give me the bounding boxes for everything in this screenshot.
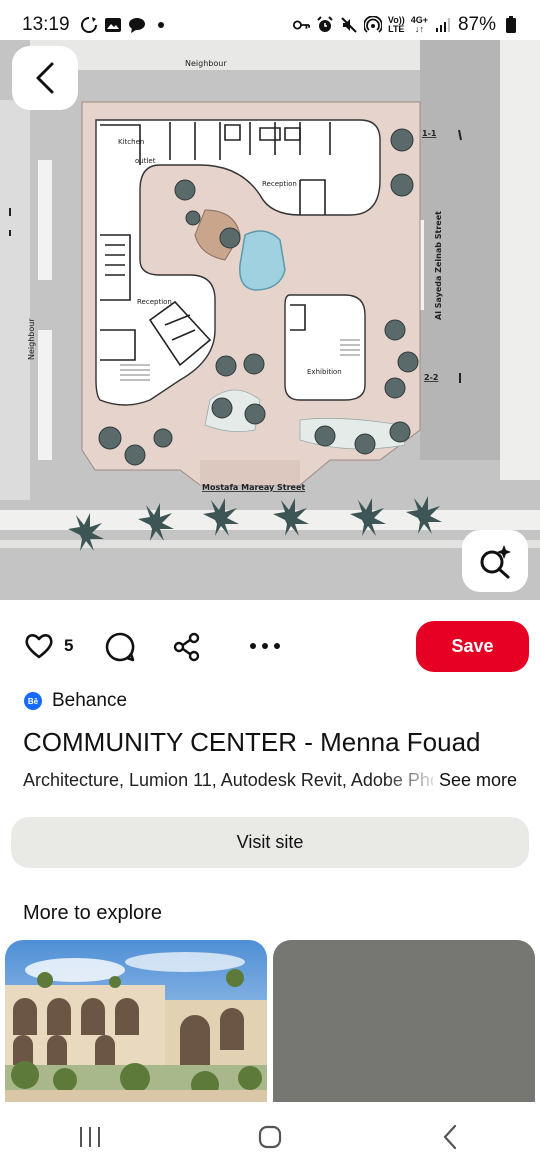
recents-icon: [80, 1127, 100, 1147]
more-options-button[interactable]: [248, 636, 282, 656]
status-right: Vo)) LTE 4G+ ↓↑ 87%: [292, 14, 520, 36]
plan-room-kitchen: Kitchen: [118, 138, 144, 146]
chevron-left-icon: [36, 62, 54, 94]
alarm-icon: [316, 16, 334, 34]
plan-room-exhibition: Exhibition: [307, 368, 342, 376]
ellipsis-icon: [250, 643, 280, 649]
volte-indicator: Vo)) LTE: [388, 16, 405, 34]
sparkle-search-icon: [480, 545, 511, 579]
pin-image[interactable]: Neighbour Neighbour Al Sayeda Zeinab Str…: [0, 40, 540, 600]
pin-description: Architecture, Lumion 11, Autodesk Revit,…: [23, 770, 523, 798]
action-bar: 5 Save: [0, 618, 540, 674]
visit-site-button[interactable]: Visit site: [11, 817, 529, 868]
visual-search-button[interactable]: [462, 530, 528, 592]
dot-icon: [152, 16, 170, 34]
source-name: Behance: [52, 690, 128, 711]
plan-room-reception-2: Reception: [137, 298, 172, 306]
key-icon: [292, 16, 310, 34]
plan-street-left: Neighbour: [27, 318, 36, 360]
home-button[interactable]: [240, 1107, 300, 1167]
network-indicator: 4G+ ↓↑: [411, 16, 428, 34]
chat-icon: [128, 16, 146, 34]
plan-street-top: Neighbour: [185, 59, 227, 68]
battery-percent: 87%: [457, 14, 496, 35]
pin-title: COMMUNITY CENTER - Menna Fouad: [23, 727, 481, 757]
heart-icon: [25, 634, 53, 659]
building-render-image: [5, 940, 267, 1102]
like-button[interactable]: 5: [24, 632, 73, 660]
save-button[interactable]: Save: [416, 621, 529, 672]
mute-icon: [340, 16, 358, 34]
plan-room-outlet: outlet: [135, 157, 156, 165]
notification-icons: [80, 16, 170, 34]
signal-icon: [434, 16, 452, 34]
hotspot-icon: [363, 16, 382, 34]
volte-bottom: LTE: [388, 24, 405, 34]
plan-street-bottom: Mostafa Mareay Street: [202, 483, 305, 492]
data-arrows-icon: ↓↑: [414, 24, 424, 34]
sync-icon: [80, 16, 98, 34]
more-to-explore-heading: More to explore: [23, 902, 162, 924]
plan-section-1: 1-1: [422, 129, 437, 138]
plan-room-reception-1: Reception: [262, 180, 297, 188]
image-icon: [104, 16, 122, 34]
comment-icon: [105, 632, 135, 662]
share-icon: [173, 632, 200, 662]
status-time: 13:19: [22, 14, 70, 35]
back-button[interactable]: [12, 46, 78, 110]
status-left: 13:19: [22, 14, 170, 36]
see-more-link[interactable]: See more: [432, 770, 517, 791]
plan-street-right: Al Sayeda Zeinab Street: [434, 211, 443, 320]
battery-icon: [502, 16, 520, 34]
source-link[interactable]: Bē Behance: [24, 690, 127, 712]
system-back-button[interactable]: [420, 1107, 480, 1167]
behance-logo-icon: Bē: [24, 692, 42, 710]
system-nav-bar: [0, 1104, 540, 1170]
home-icon: [258, 1125, 282, 1149]
like-count: 5: [64, 636, 74, 655]
plan-section-2: 2-2: [424, 373, 438, 382]
explore-pin-placeholder[interactable]: [273, 940, 535, 1102]
comment-button[interactable]: [104, 631, 136, 663]
description-text: Architecture, Lumion 11, Autodesk Revit,…: [23, 770, 443, 790]
recent-apps-button[interactable]: [60, 1107, 120, 1167]
back-arrow-icon: [443, 1124, 457, 1150]
share-button[interactable]: [172, 632, 202, 662]
floor-plan-drawing: Neighbour Neighbour Al Sayeda Zeinab Str…: [0, 40, 540, 600]
explore-pin-thumbnail[interactable]: [5, 940, 267, 1102]
